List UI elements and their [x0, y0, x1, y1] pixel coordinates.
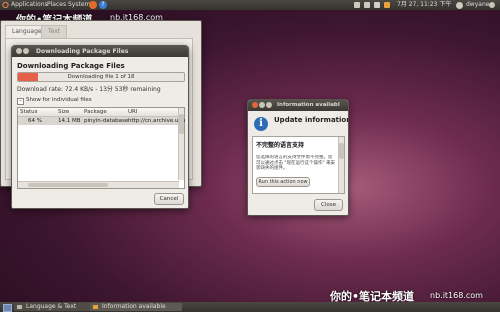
vertical-scrollbar[interactable]	[178, 108, 184, 180]
close-icon[interactable]	[16, 48, 22, 54]
download-progress-text: Downloading file 1 of 18	[67, 74, 135, 80]
update-information-heading: Update information	[274, 116, 349, 124]
menu-applications[interactable]: Applications	[11, 0, 48, 10]
table-row[interactable]: 64 % 14.1 MB pinyin-database http://cn.a…	[18, 117, 186, 125]
column-size[interactable]: Size	[58, 108, 69, 116]
download-titlebar: Downloading Package Files	[12, 46, 188, 57]
clock[interactable]: 7月 27, 11:23 下午	[397, 0, 451, 10]
run-action-button[interactable]: Run this action now	[256, 177, 310, 187]
download-heading: Downloading Package Files	[17, 62, 125, 70]
download-window: Downloading Package Files Downloading Pa…	[11, 45, 189, 209]
minimize-icon[interactable]	[259, 102, 265, 108]
minimize-icon[interactable]	[23, 48, 29, 54]
column-status[interactable]: Status	[20, 108, 38, 116]
top-panel: Applications Places System ? 7月 27, 11:2…	[0, 0, 500, 10]
network-icon[interactable]	[354, 2, 360, 8]
show-individual-files[interactable]: Show for individual files	[26, 97, 92, 103]
row-status: 64 %	[28, 118, 42, 124]
download-rate: Download rate: 72.4 KB/s - 13分 53秒 remai…	[17, 86, 161, 93]
desktop: Applications Places System ? 7月 27, 11:2…	[0, 0, 500, 312]
close-button[interactable]: Close	[314, 199, 343, 211]
bottom-panel: Language & Text Information available	[0, 302, 500, 312]
maximize-icon[interactable]	[266, 102, 272, 108]
information-window: Information available i Update informati…	[247, 99, 349, 216]
notice-scrollbar-thumb[interactable]	[339, 143, 344, 159]
taskbar-language-text[interactable]: Language & Text	[14, 303, 98, 311]
show-desktop-icon[interactable]	[3, 304, 12, 312]
row-size: 14.1 MB	[58, 118, 81, 124]
horizontal-scrollbar-thumb[interactable]	[28, 183, 108, 187]
row-uri: http://cn.archive.ubu	[128, 118, 186, 124]
taskbar-information[interactable]: Information available	[90, 303, 182, 311]
notice-body: 您选择的语言的支持文件尚不完整。您可以通过点击 "现在运行这个操作" 来安装缺失…	[256, 155, 335, 171]
close-icon[interactable]	[252, 102, 258, 108]
table-header: Status Size Package URI	[18, 108, 178, 117]
watermark-bottom-url: nb.it168.com	[430, 291, 483, 300]
download-window-title: Downloading Package Files	[36, 48, 129, 55]
firefox-icon[interactable]	[89, 1, 97, 9]
info-icon: i	[254, 117, 268, 131]
notice-scrollbar[interactable]	[338, 137, 344, 193]
menu-system[interactable]: System	[68, 0, 90, 10]
tab-text[interactable]: Text	[41, 25, 68, 39]
power-icon[interactable]	[489, 2, 495, 8]
column-uri[interactable]: URI	[128, 108, 137, 116]
information-titlebar: Information available	[248, 100, 348, 111]
volume-icon[interactable]	[374, 2, 380, 8]
notice-title: 不完整的语言支持	[256, 142, 305, 149]
update-icon[interactable]	[384, 2, 390, 8]
menu-places[interactable]: Places	[47, 0, 66, 10]
cancel-button[interactable]: Cancel	[154, 193, 184, 205]
expander-icon[interactable]: –	[17, 98, 24, 105]
taskbar-information-label: Information available	[102, 303, 166, 310]
file-table: Status Size Package URI 64 % 14.1 MB pin…	[17, 107, 186, 189]
help-icon[interactable]: ?	[99, 1, 107, 9]
download-progress-bar: Downloading file 1 of 18	[17, 72, 185, 82]
row-package: pinyin-database	[84, 118, 129, 124]
user-name[interactable]: dwyane	[466, 0, 489, 10]
horizontal-scrollbar[interactable]	[18, 181, 179, 188]
flag-icon	[17, 305, 22, 309]
vertical-scrollbar-thumb[interactable]	[179, 114, 184, 134]
user-icon	[456, 2, 463, 9]
information-window-title: Information available	[277, 102, 340, 108]
ubuntu-logo-icon[interactable]	[2, 0, 9, 10]
update-icon	[93, 305, 98, 309]
taskbar-language-text-label: Language & Text	[26, 303, 77, 310]
mail-icon[interactable]	[364, 2, 370, 8]
notice-box: 不完整的语言支持 您选择的语言的支持文件尚不完整。您可以通过点击 "现在运行这个…	[252, 136, 345, 194]
column-package[interactable]: Package	[84, 108, 107, 116]
